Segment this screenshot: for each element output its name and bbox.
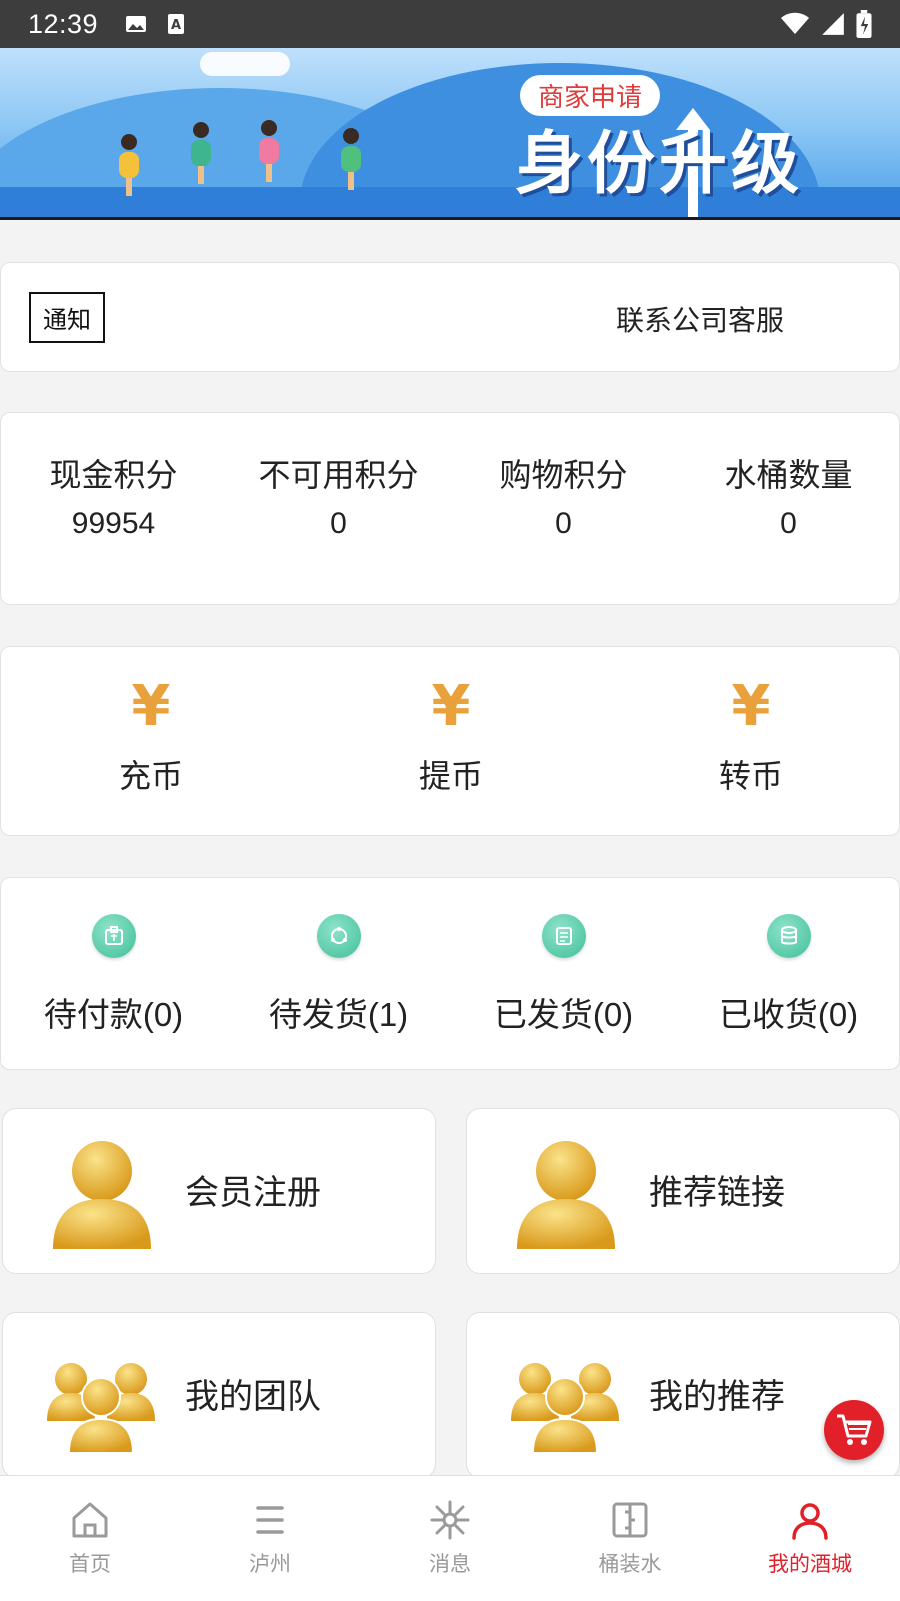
- order-label: 已收货(0): [718, 996, 859, 1033]
- tile-label: 我的团队: [185, 1377, 321, 1417]
- point-label: 水桶数量: [724, 456, 853, 494]
- nav-label: 首页: [69, 1552, 111, 1576]
- document-icon: [541, 914, 586, 958]
- point-value: 0: [555, 507, 572, 540]
- floating-cart-button[interactable]: [824, 1400, 884, 1460]
- barrel-icon: [612, 1502, 648, 1538]
- group-avatar-icon: [47, 1363, 155, 1453]
- order-label: 已发货(0): [493, 996, 634, 1033]
- yen-icon: ¥: [431, 674, 471, 739]
- nav-barreled-water[interactable]: 桶装水: [540, 1476, 720, 1601]
- user-avatar-icon: [517, 1141, 615, 1249]
- wallet-icon: [91, 914, 136, 958]
- nav-label: 消息: [429, 1552, 471, 1576]
- group-avatar-icon: [511, 1363, 619, 1453]
- notice-tag[interactable]: 通知: [29, 292, 105, 343]
- banner-title: 身份升级: [515, 125, 804, 204]
- font-a-icon: A: [168, 14, 185, 34]
- tile-label: 推荐链接: [649, 1173, 785, 1213]
- nav-messages[interactable]: 消息: [360, 1476, 540, 1601]
- status-icons-left: A: [124, 12, 188, 36]
- tile-label: 会员注册: [185, 1173, 321, 1213]
- database-icon: [766, 914, 811, 958]
- status-icons-right: [780, 10, 872, 38]
- point-label: 不可用积分: [258, 456, 419, 494]
- points-unavailable[interactable]: 不可用积分 0: [226, 453, 451, 541]
- order-pending-shipment[interactable]: 待发货(1): [226, 914, 451, 1036]
- person-icon: [792, 1503, 828, 1540]
- cart-icon: [837, 1414, 872, 1445]
- coin-label: 转币: [718, 757, 783, 795]
- status-time: 12:39: [28, 8, 99, 39]
- point-value: 0: [330, 507, 347, 540]
- recharge-coin-button[interactable]: ¥ 充币: [1, 677, 301, 797]
- svg-text:A: A: [171, 18, 181, 33]
- yen-icon: ¥: [131, 674, 171, 739]
- point-label: 购物积分: [499, 456, 628, 494]
- coin-label: 提币: [418, 757, 483, 795]
- point-value: 99954: [71, 507, 156, 540]
- yen-icon: ¥: [731, 674, 771, 739]
- order-received[interactable]: 已收货(0): [676, 914, 900, 1036]
- promo-banner[interactable]: 商家申请 身份升级: [0, 48, 900, 220]
- points-card: 现金积分 99954 不可用积分 0 购物积分 0 水桶数量 0: [0, 412, 900, 605]
- coin-row: ¥ 充币 ¥ 提币 ¥ 转币: [1, 677, 900, 797]
- points-shopping[interactable]: 购物积分 0: [451, 453, 676, 541]
- referral-link-tile[interactable]: 推荐链接: [466, 1108, 900, 1274]
- points-cash[interactable]: 现金积分 99954: [1, 453, 226, 541]
- user-avatar-icon: [53, 1141, 151, 1249]
- coin-label: 充币: [118, 757, 183, 795]
- nav-home[interactable]: 首页: [0, 1476, 180, 1601]
- image-icon: [126, 16, 147, 32]
- tile-label: 我的推荐: [649, 1377, 785, 1417]
- banner-cloud: [200, 52, 290, 76]
- point-value: 0: [780, 507, 797, 540]
- member-register-tile[interactable]: 会员注册: [2, 1108, 436, 1274]
- runner-figure: [340, 128, 362, 190]
- menu-icon: [256, 1506, 284, 1534]
- status-bar: 12:39 A: [0, 0, 900, 48]
- notice-card: 通知 联系公司客服: [0, 262, 900, 372]
- runner-figure: [118, 134, 140, 196]
- order-label: 待付款(0): [43, 996, 184, 1033]
- nav-label: 泸州: [249, 1552, 291, 1576]
- coin-actions-card: ¥ 充币 ¥ 提币 ¥ 转币: [0, 646, 900, 836]
- home-icon: [72, 1502, 108, 1538]
- nav-my-wine-city[interactable]: 我的酒城: [720, 1476, 900, 1601]
- signal-icon: [822, 13, 844, 35]
- contact-service-link[interactable]: 联系公司客服: [616, 299, 784, 339]
- runner-figure: [190, 122, 212, 184]
- points-row: 现金积分 99954 不可用积分 0 购物积分 0 水桶数量 0: [1, 453, 900, 541]
- withdraw-coin-button[interactable]: ¥ 提币: [301, 677, 601, 797]
- order-shipped[interactable]: 已发货(0): [451, 914, 676, 1036]
- orders-card: 待付款(0) 待发货(1) 已发货(0) 已收货(0): [0, 877, 900, 1070]
- sparkle-icon: [430, 1500, 470, 1540]
- order-label: 待发货(1): [268, 996, 409, 1033]
- order-status-row: 待付款(0) 待发货(1) 已发货(0) 已收货(0): [1, 914, 900, 1036]
- nav-label: 桶装水: [598, 1552, 662, 1576]
- runner-figure: [258, 120, 280, 182]
- refresh-icon: [316, 914, 361, 958]
- order-pending-payment[interactable]: 待付款(0): [1, 914, 226, 1036]
- wifi-icon: [781, 12, 809, 34]
- my-team-tile[interactable]: 我的团队: [2, 1312, 436, 1478]
- point-label: 现金积分: [49, 456, 178, 494]
- battery-charging-icon: [856, 10, 872, 38]
- bottom-nav: 首页 泸州 消息 桶装水 我的酒城: [0, 1475, 900, 1601]
- nav-label: 我的酒城: [768, 1552, 852, 1576]
- points-bucket-count[interactable]: 水桶数量 0: [676, 453, 900, 541]
- transfer-coin-button[interactable]: ¥ 转币: [601, 677, 900, 797]
- nav-luzhou[interactable]: 泸州: [180, 1476, 360, 1601]
